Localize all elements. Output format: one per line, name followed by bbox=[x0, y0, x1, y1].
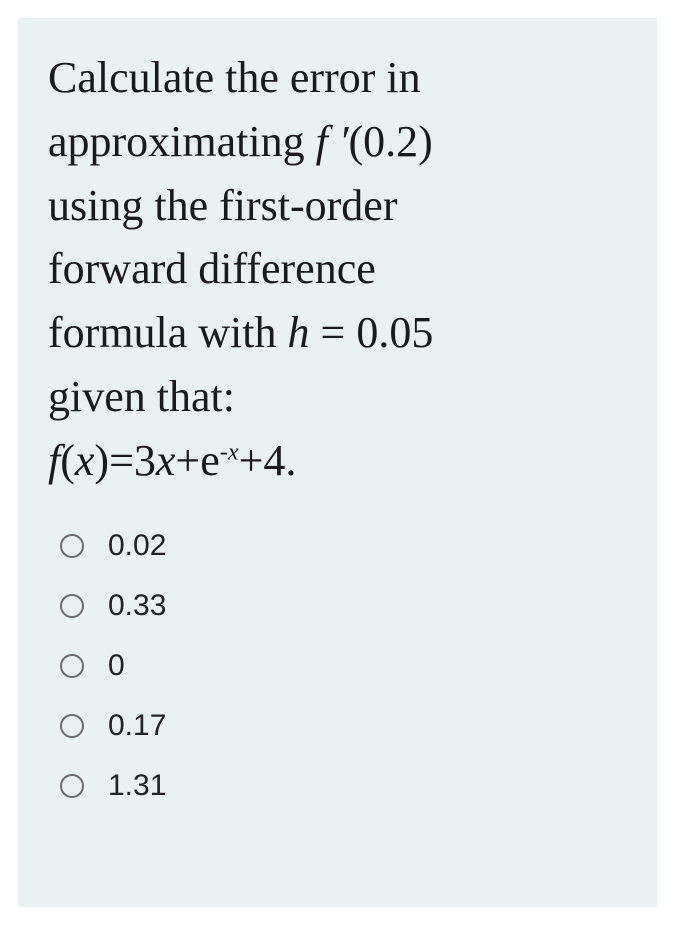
option-label: 0.33 bbox=[108, 589, 166, 623]
option-label: 0 bbox=[108, 649, 125, 683]
eq-tail: +4. bbox=[239, 436, 297, 485]
radio-icon bbox=[60, 534, 84, 558]
option-1[interactable]: 0.33 bbox=[60, 589, 627, 623]
question-line-4: forward difference bbox=[48, 244, 376, 293]
radio-icon bbox=[60, 594, 84, 618]
option-2[interactable]: 0 bbox=[60, 649, 627, 683]
question-line-2a: approximating bbox=[48, 117, 316, 166]
option-label: 1.31 bbox=[108, 769, 166, 803]
options-list: 0.02 0.33 0 0.17 1.31 bbox=[48, 529, 627, 803]
question-text: Calculate the error in approximating f ′… bbox=[48, 46, 627, 493]
option-label: 0.17 bbox=[108, 709, 166, 743]
question-h: h bbox=[288, 308, 310, 357]
eq-exp: -x bbox=[220, 438, 239, 465]
question-line-5b: = 0.05 bbox=[310, 308, 434, 357]
radio-icon bbox=[60, 714, 84, 738]
eq-close-eq: )=3 bbox=[94, 436, 155, 485]
option-0[interactable]: 0.02 bbox=[60, 529, 627, 563]
eq-plus-e: +e bbox=[175, 436, 219, 485]
option-label: 0.02 bbox=[108, 529, 166, 563]
eq-f: f bbox=[48, 436, 60, 485]
question-fprime: f ′ bbox=[316, 117, 349, 166]
question-card: Calculate the error in approximating f ′… bbox=[18, 18, 657, 907]
question-line-6: given that: bbox=[48, 372, 235, 421]
question-arg: (0.2) bbox=[348, 117, 432, 166]
question-line-1: Calculate the error in bbox=[48, 53, 421, 102]
option-4[interactable]: 1.31 bbox=[60, 769, 627, 803]
question-line-3: using the first-order bbox=[48, 181, 397, 230]
eq-x2: x bbox=[156, 436, 176, 485]
option-3[interactable]: 0.17 bbox=[60, 709, 627, 743]
question-line-5a: formula with bbox=[48, 308, 288, 357]
radio-icon bbox=[60, 654, 84, 678]
eq-open: ( bbox=[60, 436, 75, 485]
radio-icon bbox=[60, 774, 84, 798]
eq-x1: x bbox=[75, 436, 95, 485]
